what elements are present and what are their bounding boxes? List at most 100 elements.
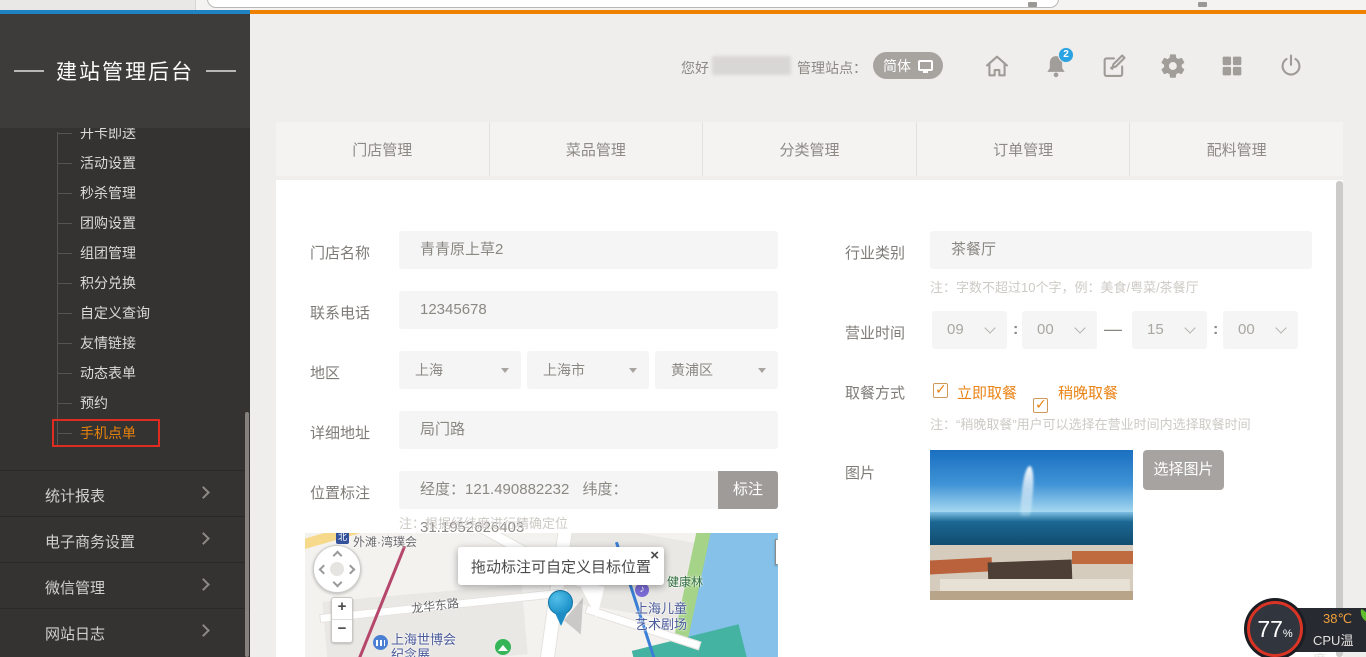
title-dash-right xyxy=(206,70,236,72)
pickup-later-checkbox[interactable]: ✓ xyxy=(1033,398,1048,413)
mark-location-button[interactable]: 标注 xyxy=(718,471,778,509)
poi-expo-label-2: 纪念展 xyxy=(391,644,430,657)
pan-left-icon[interactable] xyxy=(319,565,329,575)
pan-down-icon[interactable] xyxy=(333,578,343,588)
power-icon[interactable] xyxy=(1277,52,1305,80)
accent-bar-orange xyxy=(250,10,1366,14)
username-redacted xyxy=(712,56,791,75)
home-icon[interactable] xyxy=(983,52,1011,80)
app-title: 建站管理后台 xyxy=(56,56,194,86)
store-name-input[interactable]: 青青原上草2 xyxy=(399,231,778,269)
chevron-down-icon xyxy=(1275,322,1286,333)
sidebar-item-dynamic-form[interactable]: 动态表单 xyxy=(0,358,250,388)
location-input[interactable]: 经度：121.490882232 纬度：31.1952626403 xyxy=(399,471,718,509)
location-map[interactable]: 外滩·湾璞会 龙华东路 上海世博会 纪念展 上海儿童 艺术剧场 健康林 ♪ 拖动… xyxy=(305,533,778,657)
caret-down-icon xyxy=(629,368,637,373)
check-icon: ✓ xyxy=(935,381,947,398)
sidebar-item-activity-settings[interactable]: 活动设置 xyxy=(0,148,250,178)
location-label: 位置标注 xyxy=(310,482,370,503)
music-poi-icon: ♪ xyxy=(635,583,649,597)
city-select[interactable]: 上海市 xyxy=(527,351,649,389)
time-range-dash: — xyxy=(1104,319,1122,340)
annotation-highlight-box xyxy=(52,419,160,447)
map-zoom-control[interactable]: + − xyxy=(331,597,353,643)
photo-poi-icon xyxy=(495,639,511,655)
check-icon: ✓ xyxy=(1035,396,1047,413)
panel-scrollbar[interactable] xyxy=(1336,181,1343,657)
pickup-label: 取餐方式 xyxy=(845,382,905,403)
sidebar-item-flash-sale[interactable]: 秒杀管理 xyxy=(0,178,250,208)
close-hour-select[interactable]: 15 xyxy=(1132,311,1207,349)
sidebar-group-ecommerce[interactable]: 电子商务设置 xyxy=(0,516,250,562)
tab-order-manage[interactable]: 订单管理 xyxy=(917,122,1131,176)
gear-icon[interactable] xyxy=(1159,52,1187,80)
poi-bund-label: 外滩·湾璞会 xyxy=(353,533,417,550)
tree-tick xyxy=(57,163,72,164)
sidebar-group-site-log[interactable]: 网站日志 xyxy=(0,608,250,657)
sidebar-item-reservation[interactable]: 预约 xyxy=(0,388,250,418)
cpu-usage-circle[interactable]: 77% xyxy=(1247,601,1303,657)
tree-tick xyxy=(57,373,72,374)
region-label: 地区 xyxy=(310,362,340,383)
sidebar-item-group-buy[interactable]: 团购设置 xyxy=(0,208,250,238)
language-button[interactable]: 简体 xyxy=(873,52,943,79)
tab-dish-manage[interactable]: 菜品管理 xyxy=(490,122,704,176)
browser-tab-edge xyxy=(0,0,196,10)
sidebar-scrollbar[interactable] xyxy=(245,412,249,657)
time-colon: : xyxy=(1013,321,1018,339)
phone-label: 联系电话 xyxy=(310,302,370,323)
province-select[interactable]: 上海 xyxy=(399,351,521,389)
greeting-text: 您好 xyxy=(681,58,709,78)
tree-tick xyxy=(57,313,72,314)
browser-extension-icon[interactable] xyxy=(1028,2,1037,7)
monitor-icon xyxy=(918,60,933,71)
poi-park-label: 健康林 xyxy=(667,573,703,590)
store-name-label: 门店名称 xyxy=(310,242,370,263)
close-icon[interactable]: × xyxy=(650,547,659,564)
tree-tick xyxy=(57,193,72,194)
pickup-note: 注：“稍晚取餐”用户可以选择在营业时间内选择取餐时间 xyxy=(930,414,1251,433)
pickup-now-label[interactable]: 立即取餐 xyxy=(957,382,1017,403)
lat-label: 纬度： xyxy=(582,481,627,498)
district-select[interactable]: 黄浦区 xyxy=(655,351,778,389)
zoom-out-button[interactable]: − xyxy=(332,620,352,642)
tree-tick xyxy=(57,133,72,134)
browser-address-bar[interactable] xyxy=(207,0,1059,8)
sidebar-item-points-exchange[interactable]: 积分兑换 xyxy=(0,268,250,298)
apps-grid-icon[interactable] xyxy=(1218,52,1246,80)
map-pan-control[interactable] xyxy=(313,545,361,593)
store-photo xyxy=(930,450,1133,600)
phone-input[interactable]: 12345678 xyxy=(399,291,778,329)
edit-icon[interactable] xyxy=(1100,52,1128,80)
sidebar-item-friend-links[interactable]: 友情链接 xyxy=(0,328,250,358)
satellite-view-button[interactable]: 卫星 xyxy=(776,540,778,564)
pickup-now-checkbox[interactable]: ✓ xyxy=(933,383,948,398)
zoom-in-button[interactable]: + xyxy=(332,598,352,620)
tab-store-manage[interactable]: 门店管理 xyxy=(276,122,490,176)
pan-right-icon[interactable] xyxy=(346,565,356,575)
sidebar-item-team-manage[interactable]: 组团管理 xyxy=(0,238,250,268)
location-note: 注：根据经纬度进行精确定位 xyxy=(399,513,568,532)
browser-extension-icon[interactable] xyxy=(1198,2,1207,7)
open-hour-select[interactable]: 09 xyxy=(932,311,1007,349)
chevron-right-icon xyxy=(197,486,210,499)
lng-label: 经度： xyxy=(420,481,465,498)
module-tabbar: 门店管理 菜品管理 分类管理 订单管理 配料管理 xyxy=(276,122,1343,176)
open-minute-select[interactable]: 00 xyxy=(1022,311,1097,349)
lng-value: 121.490882232 xyxy=(465,481,569,498)
pan-knob[interactable] xyxy=(330,562,344,576)
sidebar-group-wechat[interactable]: 微信管理 xyxy=(0,562,250,608)
cpu-monitor-widget[interactable]: 77% 38℃ CPU温度 xyxy=(1247,601,1366,657)
choose-image-button[interactable]: 选择图片 xyxy=(1143,450,1224,490)
tab-category-manage[interactable]: 分类管理 xyxy=(703,122,917,176)
address-input[interactable]: 局门路 xyxy=(399,411,778,449)
sidebar-group-statistics[interactable]: 统计报表 xyxy=(0,470,250,516)
pan-up-icon[interactable] xyxy=(333,551,343,561)
pickup-later-label[interactable]: 稍晚取餐 xyxy=(1058,382,1118,403)
tooltip-text: 拖动标注可自定义目标位置 xyxy=(458,556,664,577)
chevron-down-icon xyxy=(1184,322,1195,333)
sidebar-item-custom-query[interactable]: 自定义查询 xyxy=(0,298,250,328)
industry-input[interactable]: 茶餐厅 xyxy=(930,231,1312,269)
tab-ingredient-manage[interactable]: 配料管理 xyxy=(1130,122,1343,176)
close-minute-select[interactable]: 00 xyxy=(1223,311,1298,349)
